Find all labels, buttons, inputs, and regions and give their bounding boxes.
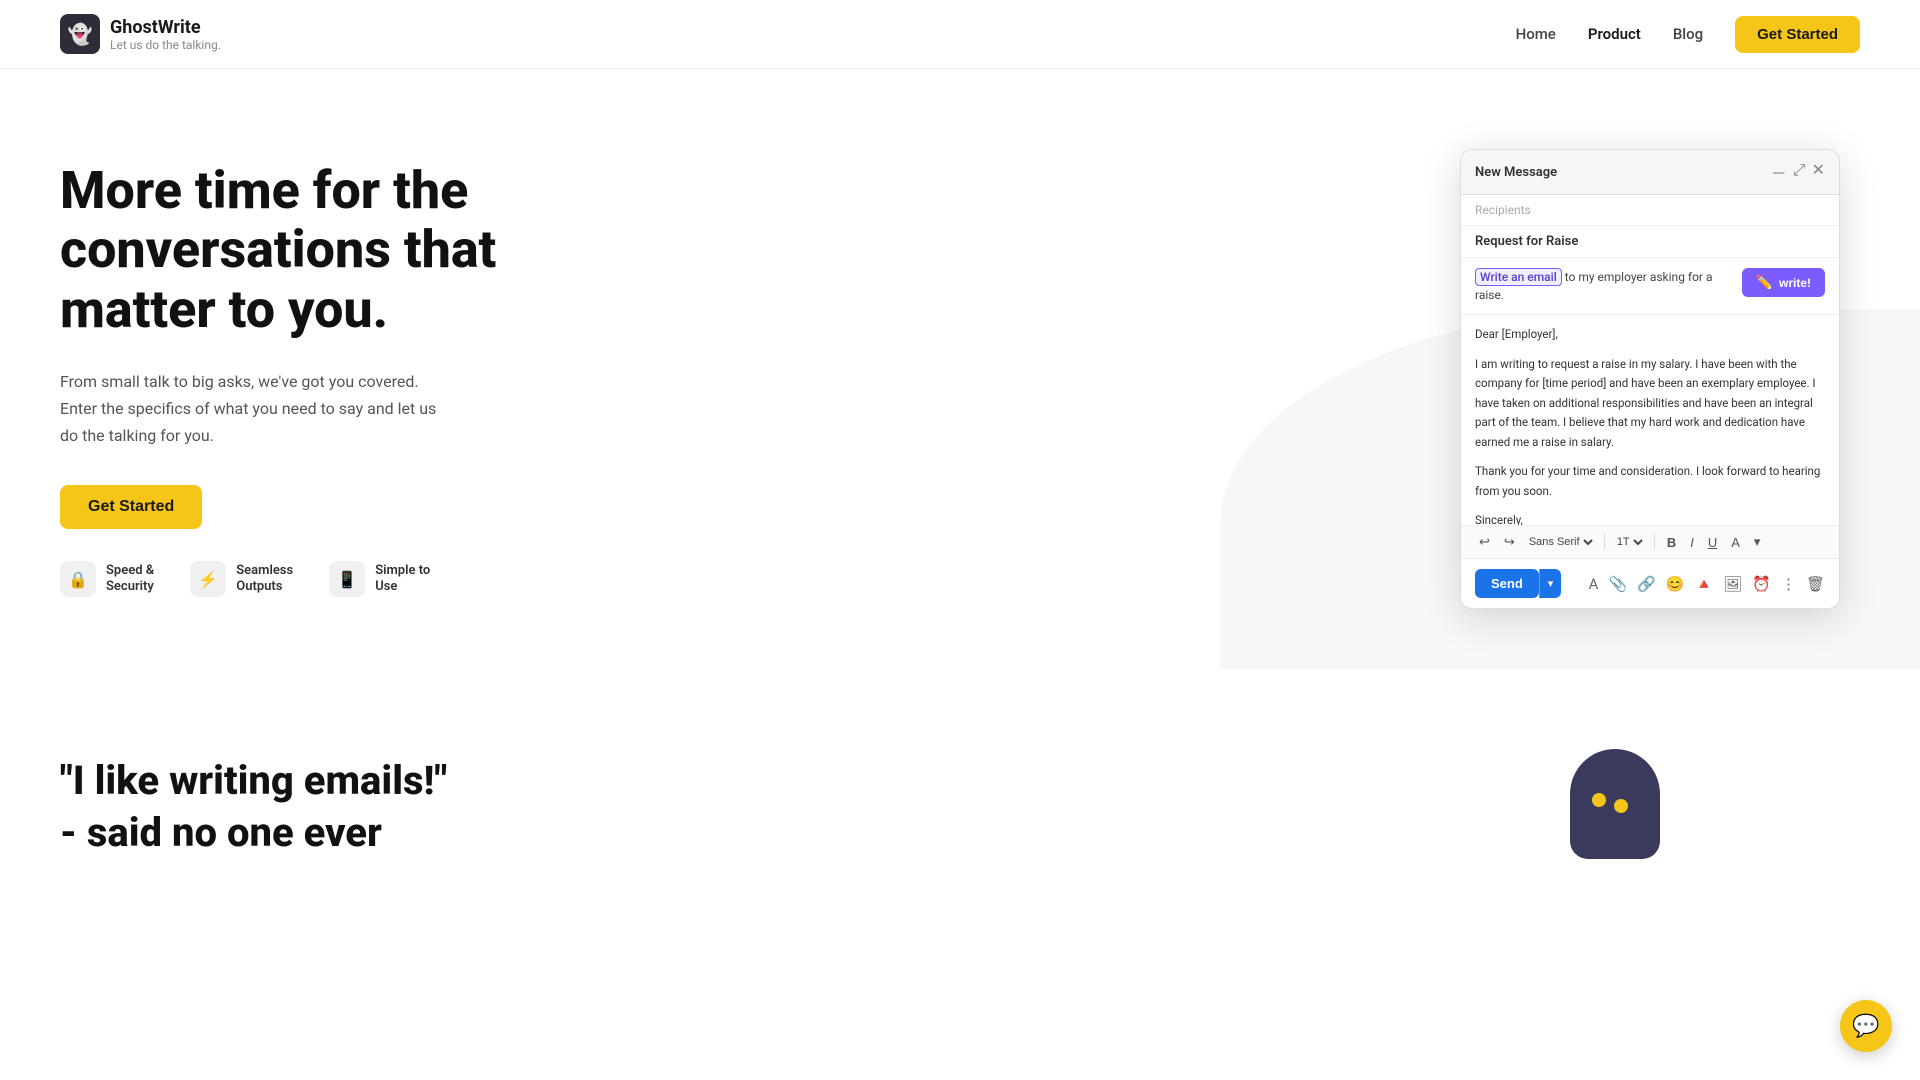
ghost-eye-left — [1592, 793, 1606, 807]
hero-section: More time for the conversations that mat… — [0, 69, 1920, 669]
maximize-icon[interactable]: ⤢ — [1793, 160, 1806, 184]
email-body: Recipients Request for Raise Write an em… — [1461, 195, 1839, 608]
bold-button[interactable]: B — [1663, 533, 1680, 552]
undo-button[interactable]: ↩ — [1475, 532, 1494, 552]
subject-field[interactable]: Request for Raise — [1461, 226, 1839, 258]
features-list: 🔒 Speed &Security ⚡ SeamlessOutputs 📱 Si… — [60, 561, 540, 597]
underline-button[interactable]: U — [1704, 533, 1721, 552]
hero-content: More time for the conversations that mat… — [60, 161, 540, 598]
email-footer-icons: A 📎 🔗 😊 🔺 🖼 ⏰ ⋮ 🗑 — [1589, 575, 1825, 593]
send-button-group: Send ▾ — [1475, 569, 1561, 598]
close-icon[interactable]: ✕ — [1812, 160, 1825, 184]
email-salutation: Dear [Employer], — [1475, 325, 1825, 345]
more-formatting-button[interactable]: ▾ — [1750, 532, 1765, 552]
write-icon: ✏️ — [1756, 274, 1773, 291]
prompt-highlight: Write an email — [1475, 268, 1562, 286]
link-icon[interactable]: 🔗 — [1637, 575, 1656, 593]
navbar: 👻 GhostWrite Let us do the talking. Home… — [0, 0, 1920, 69]
email-paragraph-2: Thank you for your time and consideratio… — [1475, 462, 1825, 501]
font-color-button[interactable]: A — [1727, 533, 1744, 552]
phone-icon: 📱 — [329, 561, 365, 597]
feature-seamless-outputs: ⚡ SeamlessOutputs — [190, 561, 293, 597]
nav-link-home[interactable]: Home — [1516, 25, 1556, 43]
email-content-area[interactable]: Dear [Employer], I am writing to request… — [1461, 315, 1839, 525]
drive-icon[interactable]: 🔺 — [1695, 575, 1714, 593]
trash-icon[interactable]: 🗑 — [1806, 575, 1825, 593]
schedule-icon[interactable]: ⏰ — [1752, 575, 1771, 593]
email-card-header: New Message － ⤢ ✕ — [1461, 150, 1839, 195]
ghost-body — [1570, 749, 1660, 859]
nav-link-product[interactable]: Product — [1588, 25, 1641, 43]
lightning-icon: ⚡ — [190, 561, 226, 597]
font-family-select[interactable]: Sans Serif — [1525, 535, 1596, 549]
nav-cta-button[interactable]: Get Started — [1735, 16, 1860, 53]
toolbar-separator-2 — [1654, 534, 1655, 550]
formatting-icon[interactable]: A — [1589, 575, 1599, 593]
nav-link-blog[interactable]: Blog — [1673, 25, 1703, 43]
email-card-wrapper: New Message － ⤢ ✕ Recipients Request for… — [1460, 149, 1840, 609]
minimize-icon[interactable]: － — [1771, 160, 1787, 184]
more-options-icon[interactable]: ⋮ — [1781, 575, 1796, 593]
email-format-toolbar: ↩ ↪ Sans Serif 1T B I U A ▾ — [1461, 525, 1839, 559]
prompt-text: Write an email to my employer asking for… — [1475, 268, 1732, 304]
toolbar-separator — [1604, 534, 1605, 550]
logo-icon: 👻 — [60, 14, 100, 54]
feature-simple-use: 📱 Simple toUse — [329, 561, 430, 597]
photo-icon[interactable]: 🖼 — [1723, 575, 1742, 593]
feature-speed-security: 🔒 Speed &Security — [60, 561, 154, 597]
font-size-select[interactable]: 1T — [1613, 535, 1646, 549]
quote-line2: - said no one ever — [60, 807, 447, 859]
quote-section: "I like writing emails!" - said no one e… — [0, 669, 1920, 899]
hero-cta-button[interactable]: Get Started — [60, 485, 202, 529]
ghost-illustration — [1570, 749, 1660, 859]
write-button-label: write! — [1779, 276, 1811, 290]
prompt-row: Write an email to my employer asking for… — [1461, 258, 1839, 315]
brand-text: GhostWrite Let us do the talking. — [110, 17, 221, 52]
email-window-controls: － ⤢ ✕ — [1771, 160, 1825, 184]
italic-button[interactable]: I — [1686, 533, 1698, 552]
email-paragraph-1: I am writing to request a raise in my sa… — [1475, 355, 1825, 453]
email-card-title: New Message — [1475, 165, 1557, 180]
ghost-eye-right — [1614, 799, 1628, 813]
quote-text-block: "I like writing emails!" - said no one e… — [60, 755, 447, 859]
hero-title: More time for the conversations that mat… — [60, 161, 540, 340]
feature-label-0: Speed &Security — [106, 563, 154, 597]
quote-line1: "I like writing emails!" — [60, 755, 447, 807]
brand-tagline: Let us do the talking. — [110, 38, 221, 52]
brand-logo-group: 👻 GhostWrite Let us do the talking. — [60, 14, 221, 54]
chat-bubble-button[interactable]: 💬 — [1840, 1000, 1892, 1052]
write-button[interactable]: ✏️ write! — [1742, 268, 1825, 297]
attachment-icon[interactable]: 📎 — [1608, 575, 1627, 593]
send-button[interactable]: Send — [1475, 569, 1539, 598]
send-dropdown-button[interactable]: ▾ — [1539, 569, 1562, 598]
lock-icon: 🔒 — [60, 561, 96, 597]
recipients-field[interactable]: Recipients — [1461, 195, 1839, 226]
nav-links: Home Product Blog Get Started — [1516, 16, 1860, 53]
feature-label-2: Simple toUse — [375, 563, 430, 597]
brand-name: GhostWrite — [110, 17, 221, 38]
email-compose-card: New Message － ⤢ ✕ Recipients Request for… — [1460, 149, 1840, 609]
redo-button[interactable]: ↪ — [1500, 532, 1519, 552]
feature-label-1: SeamlessOutputs — [236, 563, 293, 597]
emoji-icon[interactable]: 😊 — [1666, 575, 1685, 593]
hero-subtitle: From small talk to big asks, we've got y… — [60, 368, 440, 450]
email-footer: Send ▾ A 📎 🔗 😊 🔺 🖼 ⏰ ⋮ 🗑 — [1461, 559, 1839, 608]
email-closing: Sincerely, — [1475, 511, 1825, 525]
